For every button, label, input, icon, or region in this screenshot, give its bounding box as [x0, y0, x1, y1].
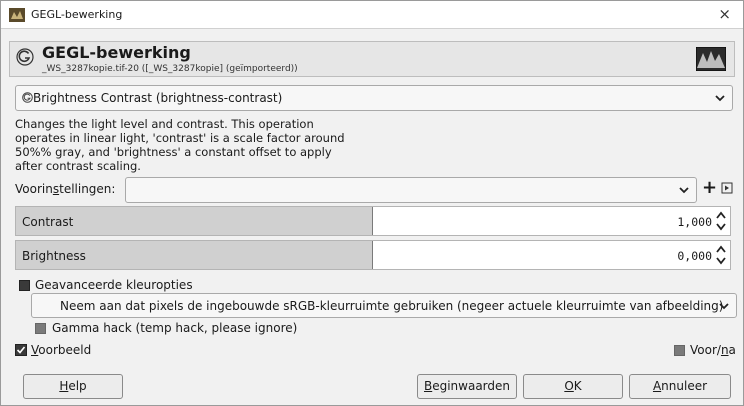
add-preset-icon[interactable]: +	[702, 177, 717, 198]
contrast-slider[interactable]: Contrast 1,000	[15, 206, 731, 236]
gimp-app-icon	[9, 8, 25, 22]
spin-arrows-icon[interactable]	[714, 208, 728, 234]
color-mode-select[interactable]: Neem aan dat pixels de ingebouwde sRGB-k…	[31, 293, 737, 318]
preview-label: Voorbeeld	[31, 343, 92, 357]
presets-label: Voorinstellingen:	[15, 182, 116, 196]
preset-menu-icon[interactable]	[721, 182, 733, 194]
gegl-dialog: GEGL-bewerking × GEGL-bewerking _WS_3287…	[0, 0, 744, 406]
contrast-label: Contrast	[22, 215, 74, 229]
brightness-value[interactable]: 0,000	[677, 249, 712, 263]
close-icon[interactable]: ×	[718, 5, 731, 23]
gegl-icon	[22, 92, 33, 103]
image-thumbnail-icon	[696, 47, 726, 71]
advanced-options-label[interactable]: Geavanceerde kleuropties	[35, 278, 193, 292]
chevron-down-icon	[719, 303, 729, 310]
gamma-hack-checkbox[interactable]	[35, 323, 46, 334]
chevron-down-icon	[679, 187, 689, 194]
gegl-operation-icon	[16, 48, 34, 66]
advanced-expander-icon[interactable]	[19, 280, 30, 291]
dialog-heading: GEGL-bewerking	[42, 43, 191, 62]
reset-button[interactable]: Beginwaarden	[417, 374, 517, 399]
color-mode-value: Neem aan dat pixels de ingebouwde sRGB-k…	[60, 299, 724, 313]
spin-arrows-icon[interactable]	[714, 242, 728, 268]
chevron-down-icon	[715, 95, 725, 102]
preview-checkbox[interactable]	[15, 344, 27, 356]
contrast-value[interactable]: 1,000	[677, 215, 712, 229]
help-button[interactable]: Help	[23, 374, 123, 399]
gamma-hack-label: Gamma hack (temp hack, please ignore)	[52, 321, 298, 335]
operation-name: Brightness Contrast (brightness-contrast…	[33, 91, 283, 105]
brightness-label: Brightness	[22, 249, 86, 263]
ok-button[interactable]: OK	[523, 374, 623, 399]
title-bar: GEGL-bewerking ×	[1, 1, 743, 29]
split-view-label: Voor/na	[690, 343, 736, 357]
dialog-header: GEGL-bewerking _WS_3287kopie.tif-20 ([_W…	[9, 41, 735, 77]
cancel-button[interactable]: Annuleer	[629, 374, 731, 399]
image-info: _WS_3287kopie.tif-20 ([_WS_3287kopie] (g…	[42, 64, 298, 74]
brightness-slider[interactable]: Brightness 0,000	[15, 240, 731, 270]
operation-description: Changes the light level and contrast. Th…	[15, 117, 345, 173]
window-title: GEGL-bewerking	[31, 8, 123, 21]
operation-select[interactable]: Brightness Contrast (brightness-contrast…	[15, 85, 733, 111]
split-view-checkbox[interactable]	[674, 345, 685, 356]
presets-select[interactable]	[125, 177, 697, 203]
